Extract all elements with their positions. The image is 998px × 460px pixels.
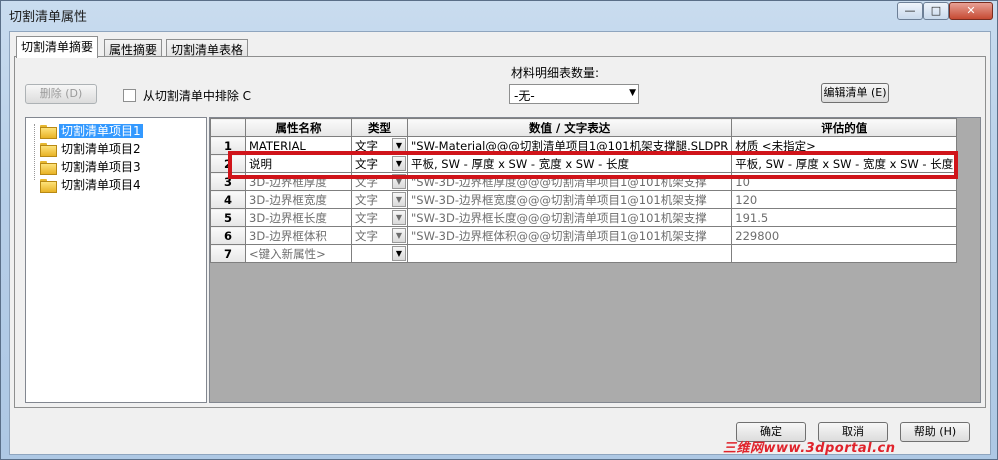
table-row[interactable]: 2 说明 文字 ▼ 平板, SW - 厚度 x SW - 宽度 x SW - 长度…	[210, 154, 958, 173]
tree-item-label: 切割清单项目2	[61, 142, 141, 156]
folder-icon	[40, 160, 57, 175]
tab-property-summary[interactable]: 属性摘要	[104, 39, 163, 57]
property-grid[interactable]: 属性名称 类型 数值 / 文字表达 评估的值 1 MATERIAL 文字 ▼ "S…	[209, 117, 981, 403]
table-row[interactable]: 6 3D-边界框体积 文字 ▼ "SW-3D-边界框体积@@@切割清单项目1@10…	[210, 226, 958, 245]
column-header-expression[interactable]: 数值 / 文字表达	[406, 118, 733, 137]
property-type-cell[interactable]: 文字 ▼	[351, 154, 408, 173]
expression-cell[interactable]: "SW-3D-边界框体积@@@切割清单项目1@101机架支撑	[406, 226, 733, 245]
help-button[interactable]: 帮助 (H)	[900, 422, 970, 442]
tree-item-label: 切割清单项目3	[61, 160, 141, 174]
property-type-cell[interactable]: 文字 ▼	[351, 226, 408, 245]
property-type-value: 文字	[355, 156, 378, 171]
tree-connector	[34, 124, 35, 180]
bom-quantity-value: -无-	[514, 89, 535, 103]
tab-cutlist-summary[interactable]: 切割清单摘要	[16, 36, 99, 58]
tree-item-cutlist-3[interactable]: 切割清单项目3	[40, 158, 143, 175]
dialog-client-area: 切割清单摘要 属性摘要 切割清单表格 删除 (D) 从切割清单中排除 C 材料明…	[9, 31, 991, 455]
column-header-name[interactable]: 属性名称	[245, 118, 352, 137]
expression-cell[interactable]: "SW-Material@@@切割清单项目1@101机架支撑腿.SLDPR	[406, 136, 733, 155]
table-row[interactable]: 3 3D-边界框厚度 文字 ▼ "SW-3D-边界框厚度@@@切割清单项目1@10…	[210, 172, 958, 191]
tab-cutlist-table[interactable]: 切割清单表格	[166, 39, 249, 57]
expression-cell[interactable]: 平板, SW - 厚度 x SW - 宽度 x SW - 长度	[406, 154, 733, 173]
property-type-value: 文字	[355, 174, 378, 189]
chevron-down-icon[interactable]: ▼	[392, 246, 406, 261]
expression-cell[interactable]: "SW-3D-边界框长度@@@切割清单项目1@101机架支撑	[406, 208, 733, 227]
property-name-cell[interactable]: 3D-边界框厚度	[245, 172, 352, 191]
tree-item-label: 切割清单项目4	[61, 178, 141, 192]
property-name-cell[interactable]: 说明	[245, 154, 352, 173]
chevron-down-icon[interactable]: ▼	[392, 156, 406, 171]
chevron-down-icon[interactable]: ▼	[392, 192, 406, 207]
property-name-cell[interactable]: 3D-边界框体积	[245, 226, 352, 245]
property-type-cell[interactable]: ▼	[351, 244, 408, 263]
expression-cell[interactable]: "SW-3D-边界框厚度@@@切割清单项目1@101机架支撑	[406, 172, 733, 191]
property-name-cell[interactable]: 3D-边界框宽度	[245, 190, 352, 209]
property-type-cell[interactable]: 文字 ▼	[351, 190, 408, 209]
table-row[interactable]: 5 3D-边界框长度 文字 ▼ "SW-3D-边界框长度@@@切割清单项目1@10…	[210, 208, 958, 227]
exclude-checkbox-label[interactable]: 从切割清单中排除 C	[143, 89, 251, 103]
folder-icon	[40, 124, 57, 139]
property-table: 属性名称 类型 数值 / 文字表达 评估的值 1 MATERIAL 文字 ▼ "S…	[210, 118, 958, 263]
row-number[interactable]: 6	[210, 226, 246, 245]
grid-corner	[210, 118, 246, 137]
bom-quantity-label: 材料明细表数量:	[511, 66, 600, 80]
title-bar[interactable]: 切割清单属性 — □ ✕	[1, 1, 997, 27]
property-type-cell[interactable]: 文字 ▼	[351, 208, 408, 227]
property-name-cell[interactable]: MATERIAL	[245, 136, 352, 155]
evaluated-value-cell: 229800	[731, 226, 958, 245]
evaluated-value-cell: 平板, SW - 厚度 x SW - 宽度 x SW - 长度	[731, 154, 958, 173]
row-number[interactable]: 1	[210, 136, 246, 155]
table-row[interactable]: 1 MATERIAL 文字 ▼ "SW-Material@@@切割清单项目1@10…	[210, 136, 958, 155]
chevron-down-icon[interactable]: ▼	[392, 228, 406, 243]
evaluated-value-cell: 120	[731, 190, 958, 209]
tree-item-cutlist-4[interactable]: 切割清单项目4	[40, 176, 143, 193]
row-number[interactable]: 2	[210, 154, 246, 173]
chevron-down-icon[interactable]: ▼	[392, 210, 406, 225]
row-number[interactable]: 3	[210, 172, 246, 191]
chevron-down-icon[interactable]: ▼	[392, 138, 406, 153]
maximize-button[interactable]: □	[923, 2, 949, 20]
tree-item-cutlist-1[interactable]: 切割清单项目1	[40, 122, 143, 139]
exclude-checkbox-group[interactable]: 从切割清单中排除 C	[123, 87, 251, 103]
expression-cell[interactable]: "SW-3D-边界框宽度@@@切割清单项目1@101机架支撑	[406, 190, 733, 209]
row-number[interactable]: 4	[210, 190, 246, 209]
row-number[interactable]: 7	[210, 244, 246, 263]
new-property-cell[interactable]: <键入新属性>	[245, 244, 352, 263]
table-row[interactable]: 7 <键入新属性> ▼	[210, 244, 958, 263]
cutlist-tree[interactable]: 切割清单项目1 切割清单项目2 切割清单项目3 切割清单项目4	[25, 117, 207, 403]
property-type-value: 文字	[355, 228, 378, 243]
property-name-cell[interactable]: 3D-边界框长度	[245, 208, 352, 227]
evaluated-value-cell	[731, 244, 958, 263]
tree-item-cutlist-2[interactable]: 切割清单项目2	[40, 140, 143, 157]
chevron-down-icon[interactable]: ▼	[392, 174, 406, 189]
evaluated-value-cell: 191.5	[731, 208, 958, 227]
property-type-value: 文字	[355, 210, 378, 225]
edit-list-button[interactable]: 编辑清单 (E)	[821, 83, 889, 103]
window-title: 切割清单属性	[9, 10, 88, 25]
tree-item-label: 切割清单项目1	[59, 124, 143, 138]
row-number[interactable]: 5	[210, 208, 246, 227]
property-type-cell[interactable]: 文字 ▼	[351, 136, 408, 155]
evaluated-value-cell: 10	[731, 172, 958, 191]
property-type-cell[interactable]: 文字 ▼	[351, 172, 408, 191]
property-type-value: 文字	[355, 138, 378, 153]
exclude-checkbox[interactable]	[123, 89, 136, 102]
column-header-evaluated[interactable]: 评估的值	[731, 118, 958, 137]
close-button[interactable]: ✕	[949, 2, 993, 20]
delete-button[interactable]: 删除 (D)	[25, 84, 97, 104]
expression-cell[interactable]	[406, 244, 733, 263]
chevron-down-icon[interactable]: ▼	[629, 88, 636, 98]
evaluated-value-cell: 材质 <未指定>	[731, 136, 958, 155]
tab-panel-cutlist-summary: 删除 (D) 从切割清单中排除 C 材料明细表数量: -无- ▼ 编辑清单 (E…	[14, 56, 986, 408]
watermark-text: 三维网www.3dportal.cn	[723, 441, 896, 456]
table-row[interactable]: 4 3D-边界框宽度 文字 ▼ "SW-3D-边界框宽度@@@切割清单项目1@10…	[210, 190, 958, 209]
bom-quantity-select[interactable]: -无- ▼	[509, 84, 639, 104]
dialog-window: 切割清单属性 — □ ✕ 切割清单摘要 属性摘要 切割清单表格 删除 (D) 从…	[0, 0, 998, 460]
folder-icon	[40, 178, 57, 193]
minimize-button[interactable]: —	[897, 2, 923, 20]
folder-icon	[40, 142, 57, 157]
table-header-row: 属性名称 类型 数值 / 文字表达 评估的值	[210, 118, 958, 137]
property-type-value: 文字	[355, 192, 378, 207]
column-header-type[interactable]: 类型	[351, 118, 408, 137]
